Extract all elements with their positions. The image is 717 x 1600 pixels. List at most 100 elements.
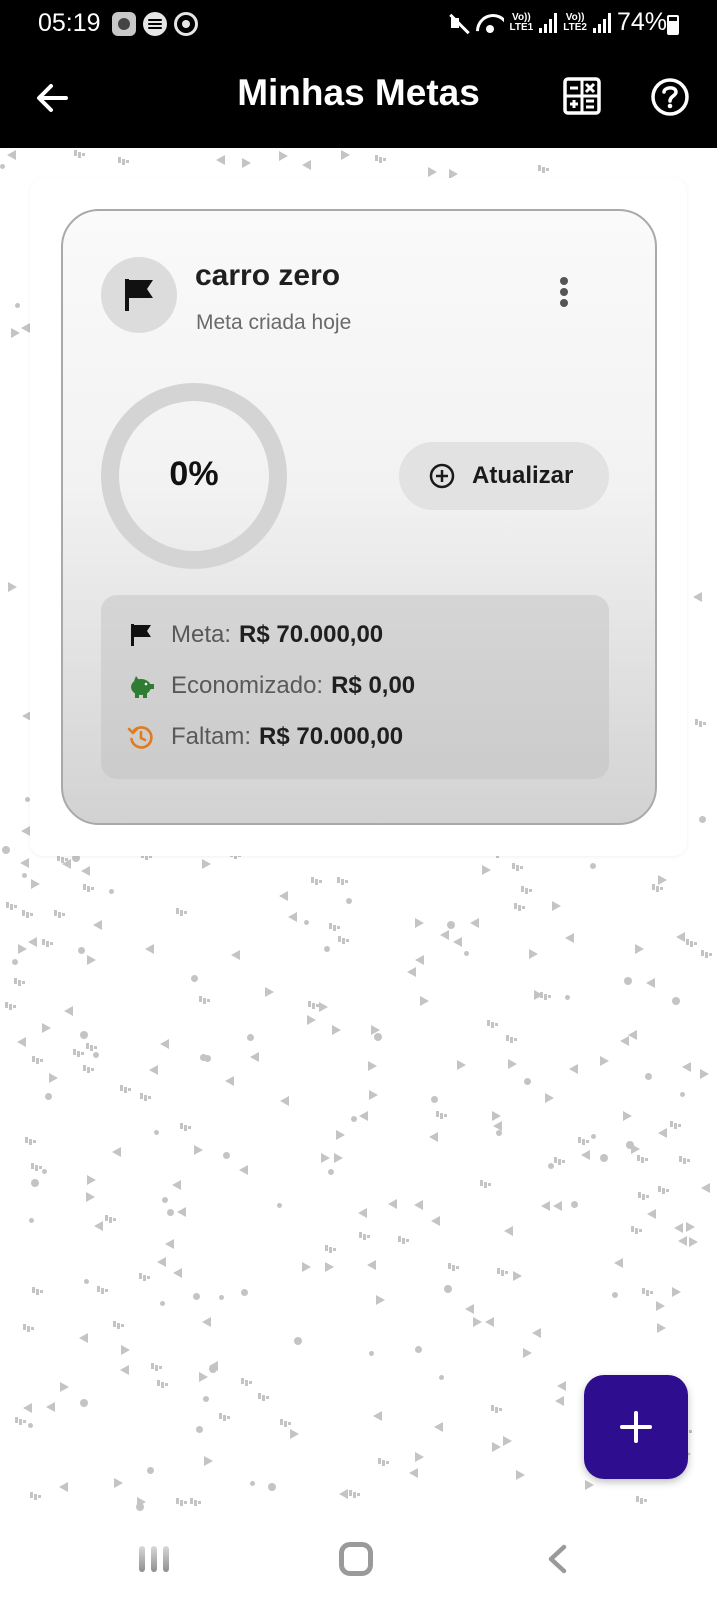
nav-back-button[interactable] xyxy=(544,1544,572,1574)
pattern-shape xyxy=(523,1348,532,1358)
signal-icon xyxy=(539,12,558,33)
pattern-shape xyxy=(239,1165,248,1175)
more-options-button[interactable] xyxy=(551,277,577,313)
spotify-icon xyxy=(143,12,167,36)
pattern-shape xyxy=(73,1049,85,1055)
goal-card-content: carro zero Meta criada hoje 0% Atualizar xyxy=(61,209,657,825)
pattern-shape xyxy=(585,1480,594,1490)
update-button[interactable]: Atualizar xyxy=(399,442,609,510)
pattern-shape xyxy=(415,1346,422,1353)
pattern-shape xyxy=(635,944,644,954)
pattern-shape xyxy=(147,1467,154,1474)
pattern-shape xyxy=(109,889,114,894)
pattern-shape xyxy=(231,950,240,960)
pattern-shape xyxy=(28,1423,33,1428)
status-bar: 05:19 Vo)) LTE1 Vo)) LTE2 74% xyxy=(0,0,717,50)
pattern-shape xyxy=(349,1490,361,1496)
recents-icon xyxy=(139,1546,145,1572)
pattern-shape xyxy=(149,1065,158,1075)
pattern-shape xyxy=(250,1481,255,1486)
pattern-shape xyxy=(29,1218,34,1223)
pattern-shape xyxy=(280,1096,289,1106)
pattern-shape xyxy=(31,1179,39,1187)
system-nav-bar xyxy=(0,1518,717,1600)
pattern-shape xyxy=(15,303,20,308)
pattern-shape xyxy=(219,1295,224,1300)
goal-remaining-row: Faltam: R$ 70.000,00 xyxy=(127,721,403,753)
pattern-shape xyxy=(202,859,211,869)
goal-remaining-label: Faltam: xyxy=(171,723,252,750)
pattern-shape xyxy=(190,1498,202,1504)
pattern-shape xyxy=(194,1145,203,1155)
pattern-shape xyxy=(15,1417,27,1423)
pattern-shape xyxy=(290,1429,299,1439)
flag-icon xyxy=(125,279,153,311)
signal-icon xyxy=(592,12,611,33)
pattern-shape xyxy=(638,1192,650,1198)
pattern-shape xyxy=(22,910,34,916)
pattern-shape xyxy=(552,901,561,911)
pattern-shape xyxy=(307,1015,316,1025)
pattern-shape xyxy=(225,1076,234,1086)
pattern-shape xyxy=(487,1020,499,1026)
goal-remaining-value: R$ 70.000,00 xyxy=(259,723,404,750)
recents-button[interactable] xyxy=(139,1544,173,1574)
pattern-shape xyxy=(311,877,323,883)
pattern-shape xyxy=(652,884,664,890)
home-button[interactable] xyxy=(339,1542,373,1576)
pattern-shape xyxy=(440,930,449,940)
pattern-shape xyxy=(686,939,698,945)
goal-summary: Meta: R$ 70.000,00 Economizado: R$ 0,00 xyxy=(101,595,609,779)
pattern-shape xyxy=(223,1152,230,1159)
pattern-shape xyxy=(46,1402,55,1412)
pattern-shape xyxy=(6,902,18,908)
pattern-shape xyxy=(21,323,30,333)
pattern-shape xyxy=(591,1134,596,1139)
calculator-button[interactable] xyxy=(562,76,602,116)
pattern-shape xyxy=(409,1468,418,1478)
pattern-shape xyxy=(420,996,429,1006)
goal-name: carro zero xyxy=(195,259,341,292)
pattern-shape xyxy=(521,886,533,892)
piggy-bank-icon xyxy=(127,672,155,700)
page-title: Minhas Metas xyxy=(237,72,480,113)
pattern-shape xyxy=(504,1226,513,1236)
pattern-shape xyxy=(23,1403,32,1413)
goal-target-value: R$ 70.000,00 xyxy=(239,621,384,648)
pattern-shape xyxy=(590,863,596,869)
pattern-shape xyxy=(2,846,10,854)
pattern-shape xyxy=(376,1295,385,1305)
pattern-shape xyxy=(431,1216,440,1226)
pattern-shape xyxy=(196,1426,203,1433)
pattern-shape xyxy=(569,1064,578,1074)
update-button-label: Atualizar xyxy=(472,462,574,489)
pattern-shape xyxy=(374,1033,382,1041)
pattern-shape xyxy=(62,859,71,869)
pattern-shape xyxy=(529,949,538,959)
pattern-shape xyxy=(658,1128,667,1138)
pattern-shape xyxy=(565,933,574,943)
pattern-shape xyxy=(701,1183,710,1193)
pattern-shape xyxy=(512,863,524,869)
pattern-shape xyxy=(339,1489,348,1499)
pattern-shape xyxy=(367,1260,376,1270)
pattern-shape xyxy=(447,921,455,929)
pattern-shape xyxy=(612,1292,618,1298)
pattern-shape xyxy=(23,1324,35,1330)
pattern-shape xyxy=(678,1236,687,1246)
pattern-shape xyxy=(173,1268,182,1278)
pattern-shape xyxy=(407,967,416,977)
app-bar: Minhas Metas xyxy=(0,50,717,148)
pattern-shape xyxy=(656,1301,665,1311)
pattern-shape xyxy=(162,1197,168,1203)
pattern-shape xyxy=(49,1073,58,1083)
pattern-shape xyxy=(165,1239,174,1249)
pattern-shape xyxy=(351,1116,357,1122)
pattern-shape xyxy=(695,719,707,725)
status-time: 05:19 xyxy=(38,9,101,37)
help-button[interactable] xyxy=(649,76,691,118)
add-goal-button[interactable] xyxy=(584,1375,688,1479)
pattern-shape xyxy=(177,1207,186,1217)
pattern-shape xyxy=(626,1141,634,1149)
pattern-shape xyxy=(203,1396,209,1402)
